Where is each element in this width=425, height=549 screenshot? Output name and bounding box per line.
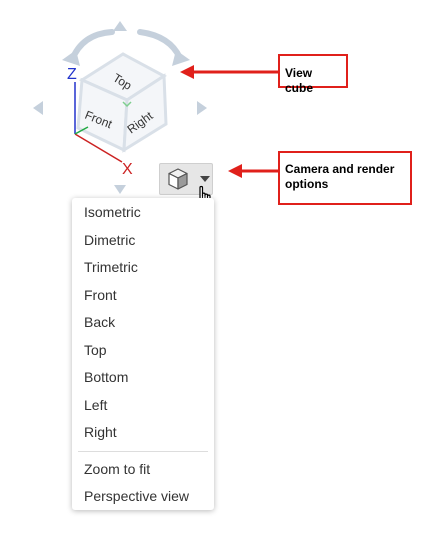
menu-item-trimetric[interactable]: Trimetric — [72, 254, 214, 282]
x-axis-label: X — [122, 161, 133, 178]
rotate-right-arc-icon[interactable] — [137, 29, 183, 61]
menu-item-dimetric[interactable]: Dimetric — [72, 227, 214, 255]
arrow-left-icon — [180, 65, 194, 79]
nav-down-arrow-icon[interactable] — [114, 185, 126, 194]
arrow-left-icon — [228, 164, 242, 178]
menu-item-front[interactable]: Front — [72, 282, 214, 310]
nav-right-arrow-icon[interactable] — [197, 101, 207, 115]
menu-item-back[interactable]: Back — [72, 309, 214, 337]
menu-item-top[interactable]: Top — [72, 337, 214, 365]
menu-item-bottom[interactable]: Bottom — [72, 364, 214, 392]
nav-up-arrow-icon[interactable] — [113, 21, 127, 31]
view-cube-callout-arrow — [180, 65, 278, 79]
nav-left-arrow-icon[interactable] — [33, 101, 43, 115]
camera-callout-line1: Camera and render — [285, 162, 395, 176]
menu-item-left[interactable]: Left — [72, 392, 214, 420]
caret-down-icon — [200, 176, 210, 182]
menu-item-right[interactable]: Right — [72, 419, 214, 447]
menu-divider — [78, 450, 208, 452]
view-cube-callout: View cube — [278, 54, 348, 95]
camera-callout: Camera and render options — [278, 151, 412, 205]
menu-item-perspective-view[interactable]: Perspective view — [72, 483, 214, 511]
camera-callout-line2: options — [285, 177, 329, 191]
cube-icon — [168, 168, 188, 190]
cube[interactable]: Top Front Right — [76, 52, 168, 153]
camera-options-menu: Isometric Dimetric Trimetric Front Back … — [72, 198, 214, 510]
menu-item-isometric[interactable]: Isometric — [72, 199, 214, 227]
camera-callout-arrow — [228, 164, 278, 178]
menu-item-zoom-to-fit[interactable]: Zoom to fit — [72, 456, 214, 484]
z-axis-label: Z — [67, 66, 77, 83]
rotate-left-arc-icon[interactable] — [69, 29, 115, 63]
view-cube-callout-text: View cube — [285, 66, 314, 95]
